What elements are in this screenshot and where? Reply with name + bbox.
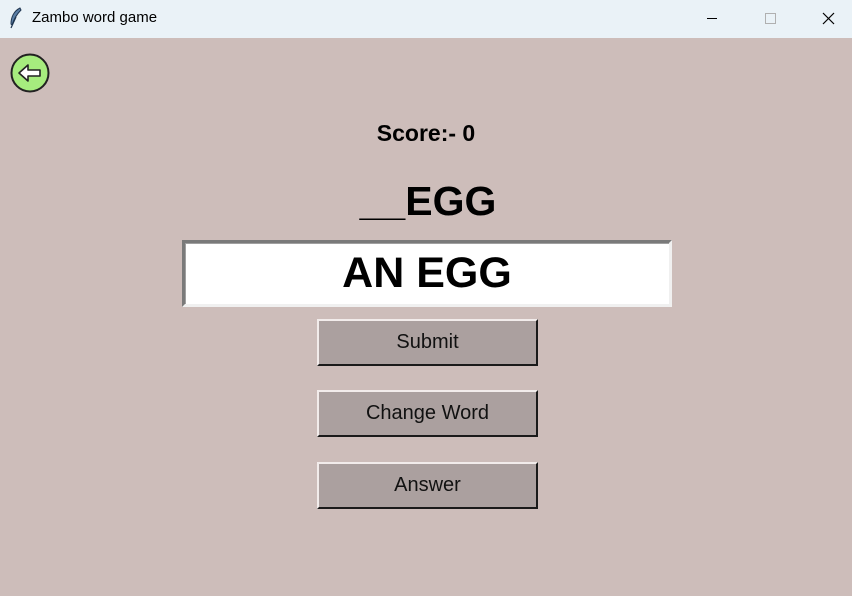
minimize-icon bbox=[707, 18, 717, 19]
app-window: Zambo word game Score:- 0 __EGG Submit C… bbox=[0, 0, 852, 596]
score-label: Score:- 0 bbox=[376, 120, 476, 146]
title-bar[interactable]: Zambo word game bbox=[0, 0, 852, 38]
back-arrow-icon bbox=[10, 53, 50, 93]
back-button[interactable] bbox=[10, 53, 50, 93]
close-button[interactable] bbox=[799, 0, 852, 38]
window-title: Zambo word game bbox=[32, 9, 158, 26]
puzzle-word: __EGG bbox=[359, 178, 497, 224]
close-icon bbox=[822, 12, 835, 25]
change-word-button[interactable]: Change Word bbox=[317, 390, 538, 437]
maximize-icon bbox=[765, 13, 776, 24]
answer-input[interactable] bbox=[182, 240, 672, 307]
maximize-button[interactable] bbox=[741, 0, 799, 38]
answer-button[interactable]: Answer bbox=[317, 462, 538, 509]
submit-button[interactable]: Submit bbox=[317, 319, 538, 366]
feather-icon bbox=[8, 7, 24, 29]
minimize-button[interactable] bbox=[683, 0, 741, 38]
